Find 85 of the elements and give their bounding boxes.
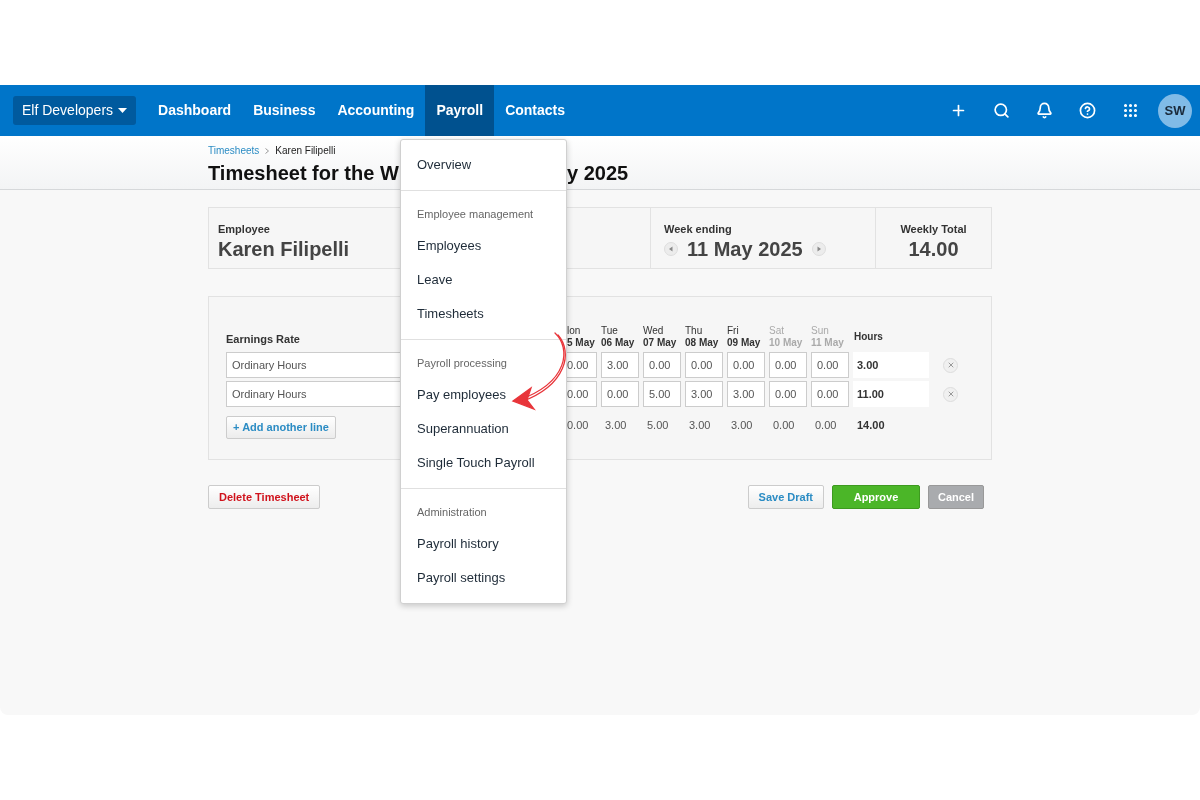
help-icon[interactable] — [1079, 102, 1096, 119]
day-name: Sat — [769, 325, 785, 337]
day-total: 3.00 — [730, 418, 754, 433]
day-name: Thu — [685, 325, 704, 337]
day-name: Fri — [727, 325, 740, 337]
day-total: 3.00 — [688, 418, 712, 433]
hours-field[interactable]: 0.00 — [769, 381, 807, 407]
remove-row-button[interactable] — [943, 357, 958, 373]
day-name: Wed — [643, 325, 665, 337]
nav-tab[interactable]: Business — [242, 85, 327, 136]
add-icon[interactable] — [950, 102, 967, 119]
menu-section-header: Administration — [416, 504, 488, 520]
menu-item[interactable]: Pay employees — [401, 378, 566, 412]
nav-tab[interactable]: Contacts — [494, 85, 577, 136]
row-hours-total: 11.00 — [853, 381, 929, 407]
delete-timesheet-button[interactable]: Delete Timesheet — [208, 485, 321, 509]
menu-item[interactable]: Employees — [401, 229, 566, 263]
grand-total-hours: 14.00 — [856, 418, 886, 433]
nav-tab[interactable]: Payroll — [425, 85, 495, 136]
day-name: Sun — [811, 325, 830, 337]
hours-header: Hours — [853, 330, 884, 344]
hours-field[interactable]: 0.00 — [567, 352, 597, 378]
page-title: Timesheet for the W — [208, 161, 400, 185]
day-total: 5.00 — [646, 418, 670, 433]
employee-name: Karen Filipelli — [218, 237, 350, 260]
breadcrumb-current: Karen Filipelli — [275, 144, 336, 158]
search-icon[interactable] — [993, 102, 1010, 119]
hours-field[interactable]: 0.00 — [601, 381, 639, 407]
hours-field[interactable]: 0.00 — [643, 352, 681, 378]
day-total: 0.00 — [772, 418, 796, 433]
user-avatar[interactable]: SW — [1158, 93, 1192, 128]
hours-field[interactable]: 3.00 — [727, 381, 765, 407]
weekly-total-value: 14.00 — [908, 237, 959, 260]
week-ending-date: 11 May 2025 — [687, 237, 803, 260]
day-date: 06 May — [601, 337, 636, 349]
day-total: 0.00 — [567, 418, 590, 433]
hours-field[interactable]: 3.00 — [601, 352, 639, 378]
notifications-icon[interactable] — [1036, 102, 1053, 119]
nav-tab[interactable]: Accounting — [326, 85, 426, 136]
menu-item[interactable]: Overview — [401, 148, 566, 182]
menu-item[interactable]: Superannuation — [401, 412, 566, 446]
day-date: 10 May — [769, 337, 804, 349]
chevron-right-icon — [265, 147, 270, 154]
menu-section-header: Payroll processing — [416, 355, 508, 371]
breadcrumb-link[interactable]: Timesheets — [208, 143, 260, 158]
nav-tab[interactable]: Dashboard — [147, 85, 243, 136]
day-total: 3.00 — [604, 418, 628, 433]
hours-field[interactable]: 0.00 — [685, 352, 723, 378]
close-icon — [946, 390, 955, 398]
day-total: 0.00 — [814, 418, 838, 433]
day-name: lon — [567, 325, 582, 337]
page-title: y 2025 — [567, 161, 629, 185]
earnings-rate-field[interactable]: Ordinary Hours — [226, 381, 400, 407]
caret-icon — [118, 108, 128, 113]
hours-field[interactable]: 0.00 — [727, 352, 765, 378]
day-date: 08 May — [685, 337, 720, 349]
menu-section-header: Employee management — [416, 206, 535, 222]
menu-item[interactable]: Payroll history — [401, 527, 566, 561]
hours-field[interactable]: 3.00 — [685, 381, 723, 407]
close-icon — [946, 361, 955, 369]
menu-item[interactable]: Timesheets — [401, 297, 566, 331]
hours-field[interactable]: 0.00 — [567, 381, 597, 407]
hours-field[interactable]: 0.00 — [811, 352, 849, 378]
hours-field[interactable]: 0.00 — [811, 381, 849, 407]
employee-label: Employee — [218, 222, 270, 237]
previous-week-button[interactable] — [664, 241, 678, 256]
menu-item[interactable]: Leave — [401, 263, 566, 297]
organisation-switcher[interactable]: Elf Developers — [13, 96, 137, 125]
hours-field[interactable]: 5.00 — [643, 381, 681, 407]
day-date: 11 May — [811, 337, 845, 349]
menu-item[interactable]: Single Touch Payroll — [401, 446, 566, 480]
day-name: Tue — [601, 325, 619, 337]
earnings-rate-header: Earnings Rate — [226, 331, 300, 347]
hours-field[interactable]: 0.00 — [769, 352, 807, 378]
earnings-rate-field[interactable]: Ordinary Hours — [226, 352, 400, 378]
remove-row-button[interactable] — [943, 386, 958, 402]
day-date: 09 May — [727, 337, 762, 349]
weekly-total-label: Weekly Total — [900, 222, 967, 237]
row-hours-total: 3.00 — [853, 352, 929, 378]
next-week-button[interactable] — [811, 241, 826, 256]
apps-grid-icon[interactable] — [1122, 102, 1139, 119]
week-ending-label: Week ending — [664, 222, 733, 237]
day-date: 07 May — [643, 337, 678, 349]
day-date: 5 May — [567, 337, 596, 349]
menu-item[interactable]: Payroll settings — [401, 561, 566, 595]
